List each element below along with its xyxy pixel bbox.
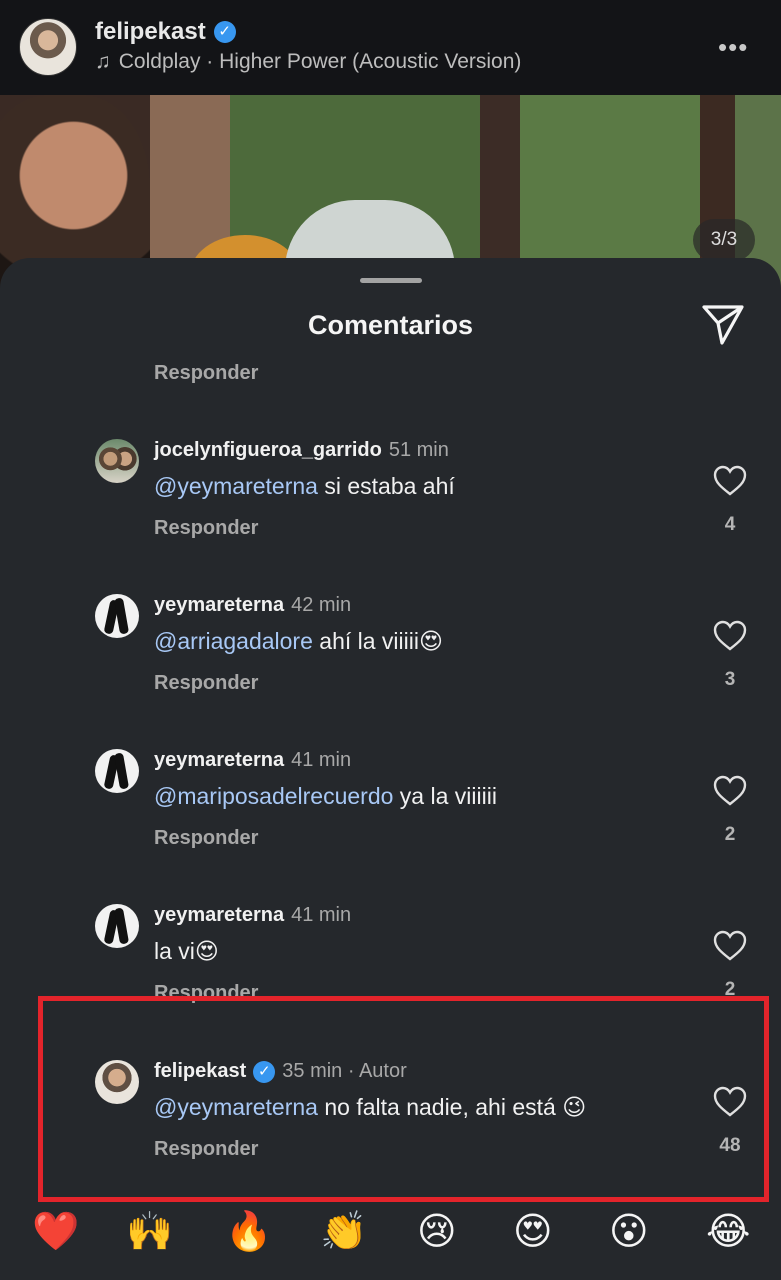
comment-time: 41 min [291,904,352,926]
comment-time: 42 min [291,594,352,616]
comment-header: jocelynfigueroa_garrido 51 min [154,439,449,462]
sheet-title: Comentarios [307,310,474,340]
comment-username[interactable]: yeymareterna [154,904,284,927]
reply-button[interactable]: Responder [154,672,258,695]
comment-body: ya la viiiiii [393,783,497,809]
post-music[interactable]: ♫ Coldplay · Higher Power (Acoustic Vers… [95,50,521,74]
comment-header: yeymareterna 41 min [154,904,351,927]
comment-body: ahí la viiiii😍 [312,628,443,654]
emoji-laughing-tears[interactable]: 😂 [706,1210,750,1254]
comment-mention[interactable]: @yeymareterna [154,473,318,499]
comment-avatar[interactable] [95,439,139,483]
emoji-crying-face[interactable]: 😢 [417,1210,457,1254]
carousel-pager: 3/3 [693,219,755,261]
music-title[interactable]: Coldplay · Higher Power (Acoustic Versio… [119,50,522,74]
comment-username[interactable]: yeymareterna [154,749,284,772]
comment-item: jocelynfigueroa_garrido 51 min @yeymaret… [0,439,781,559]
emoji-clapping-hands[interactable]: 👏 [320,1210,367,1254]
emoji-raising-hands[interactable]: 🙌 [126,1210,173,1254]
like-heart-icon[interactable] [713,775,747,807]
comment-item: yeymareterna 42 min @arriagadalore ahí l… [0,594,781,714]
comment-text: @mariposadelrecuerdo ya la viiiiii [154,783,497,810]
reply-button[interactable]: Responder [154,517,258,540]
comment-avatar[interactable] [95,904,139,948]
more-options-icon[interactable]: ••• [718,32,748,63]
post-username[interactable]: felipekast [95,18,206,46]
post-author[interactable]: felipekast [95,18,236,46]
verified-badge-icon [213,21,236,43]
comment-text: la vi😍 [154,938,219,965]
comment-time: 41 min [291,749,352,771]
music-note-icon: ♫ [95,50,111,73]
comment-text: @yeymareterna si estaba ahí [154,473,455,500]
reply-button[interactable]: Responder [154,362,258,385]
comment-text: @arriagadalore ahí la viiiii😍 [154,628,443,655]
comment-time: 51 min [388,439,449,461]
emoji-reaction-bar: ❤️ 🙌 🔥 👏 😢 😍 😮 😂 [0,1198,781,1280]
like-heart-icon[interactable] [713,930,747,962]
emoji-surprised-face[interactable]: 😮 [609,1210,649,1254]
comment-body: la vi😍 [154,938,219,964]
comment-mention[interactable]: @arriagadalore [154,628,313,654]
comment-username[interactable]: yeymareterna [154,594,284,617]
emoji-fire[interactable]: 🔥 [225,1210,272,1254]
like-count[interactable]: 3 [690,669,770,691]
share-icon[interactable] [700,303,746,345]
highlight-box [38,996,769,1202]
comment-item: yeymareterna 41 min @mariposadelrecuerdo… [0,749,781,869]
sheet-drag-handle[interactable] [360,278,422,283]
post-author-avatar[interactable] [19,18,77,76]
reply-button[interactable]: Responder [154,827,258,850]
comment-username[interactable]: jocelynfigueroa_garrido [154,439,382,462]
comment-header: yeymareterna 42 min [154,594,351,617]
comment-avatar[interactable] [95,749,139,793]
comment-body: si estaba ahí [317,473,455,499]
like-count[interactable]: 2 [690,824,770,846]
comment-mention[interactable]: @mariposadelrecuerdo [154,783,393,809]
post-header: felipekast ♫ Coldplay · Higher Power (Ac… [0,0,781,95]
emoji-red-heart[interactable]: ❤️ [32,1210,79,1254]
like-heart-icon[interactable] [713,620,747,652]
comment-header: yeymareterna 41 min [154,749,351,772]
like-heart-icon[interactable] [713,465,747,497]
emoji-heart-eyes[interactable]: 😍 [513,1210,553,1254]
like-count[interactable]: 4 [690,514,770,536]
comment-avatar[interactable] [95,594,139,638]
